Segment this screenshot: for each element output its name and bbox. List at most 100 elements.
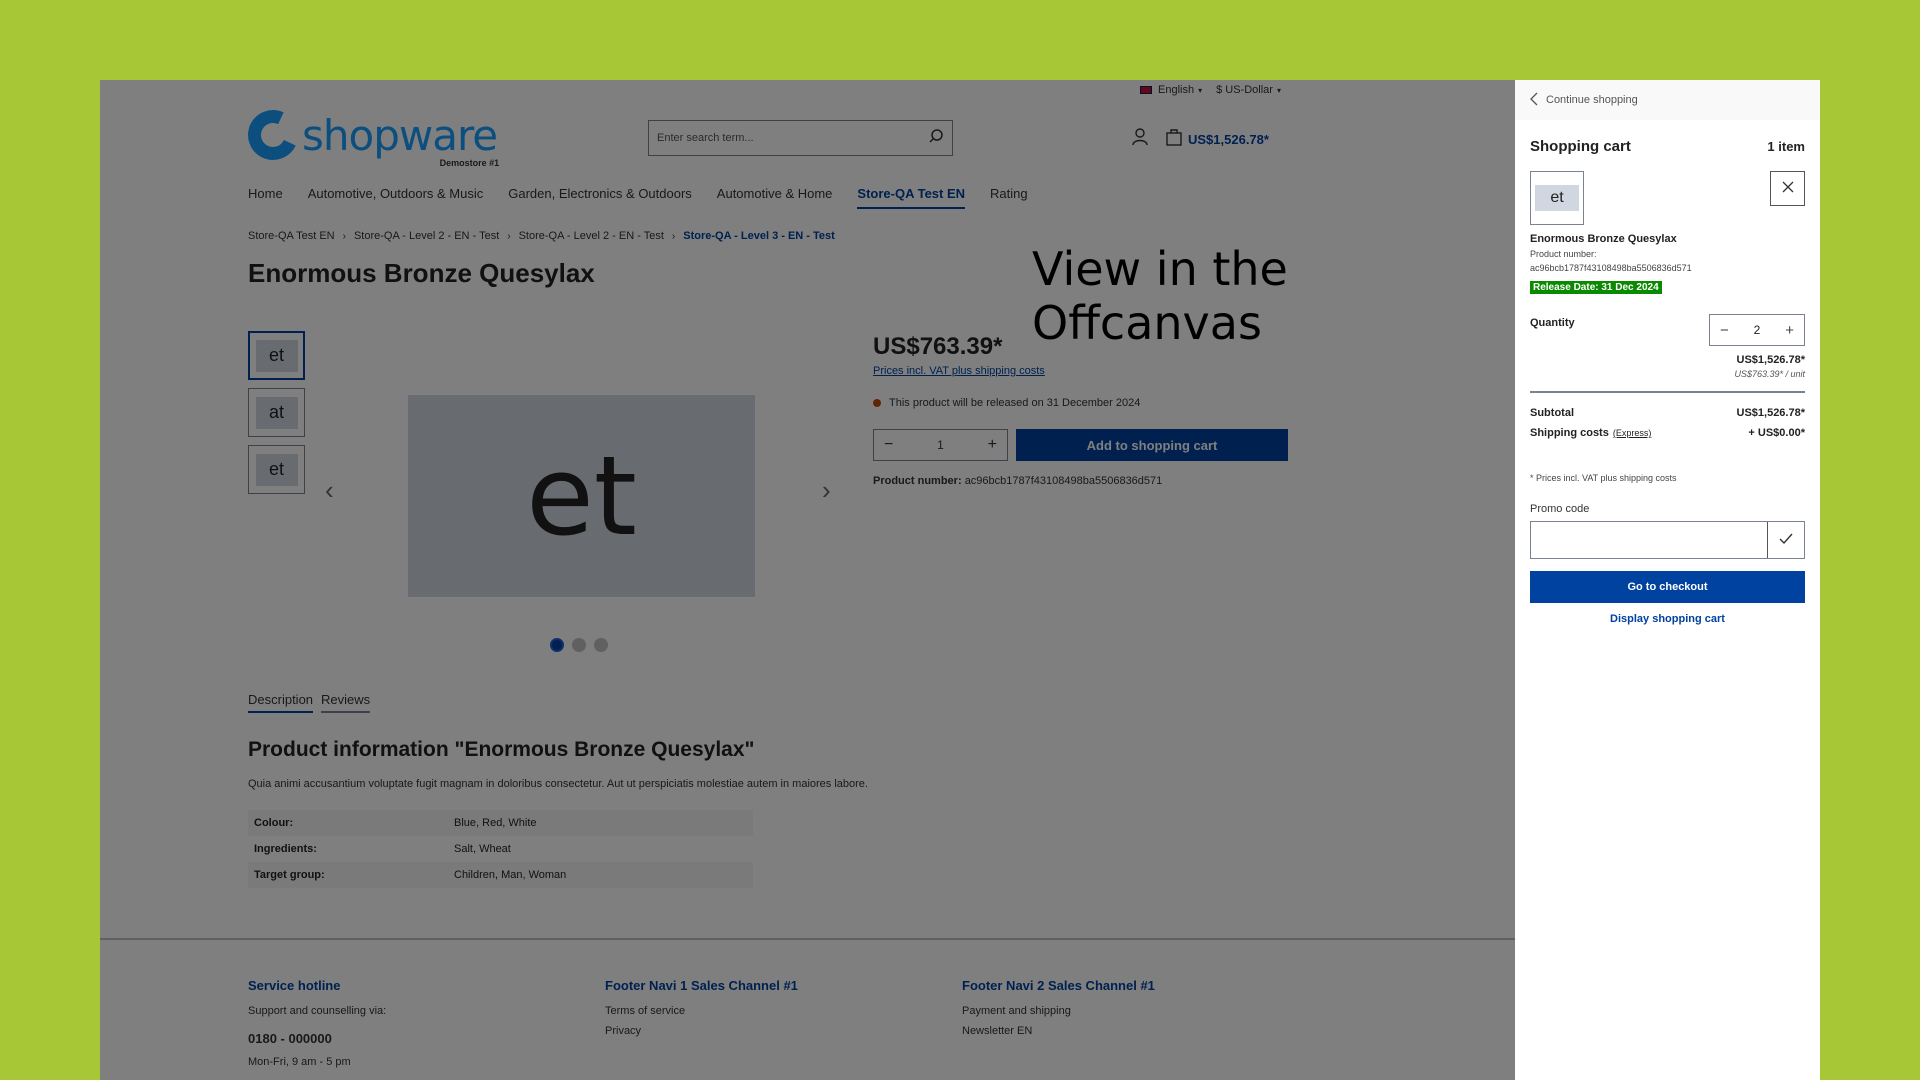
tab-description[interactable]: Description — [248, 692, 314, 713]
currency-selector[interactable]: $ US-Dollar ▾ — [1216, 84, 1281, 96]
product-number-value: ac96bcb1787f43108498ba5506836d571 — [1530, 262, 1692, 273]
quantity-label: Quantity — [1530, 317, 1575, 329]
language-selector[interactable]: English ▾ — [1140, 84, 1202, 96]
breadcrumb-item[interactable]: Store-QA - Level 2 - EN - Test — [354, 230, 499, 242]
cart-item-name[interactable]: Enormous Bronze Quesylax — [1530, 233, 1805, 245]
property-value: Salt, Wheat — [454, 843, 511, 855]
breadcrumb-item[interactable]: Store-QA Test EN — [248, 230, 335, 242]
plus-icon[interactable]: + — [988, 436, 997, 454]
nav-item-automotive-outdoors-music[interactable]: Automotive, Outdoors & Music — [308, 186, 484, 209]
plus-icon[interactable]: + — [1785, 322, 1794, 339]
remove-item-button[interactable] — [1770, 171, 1805, 206]
caret-down-icon: ▾ — [1198, 86, 1203, 95]
shipping-value: + US$0.00* — [1748, 427, 1805, 439]
minus-icon[interactable]: − — [1720, 322, 1729, 339]
shipping-method-link[interactable]: (Express) — [1613, 428, 1652, 438]
delivery-info: This product will be released on 31 Dece… — [873, 397, 1288, 409]
main-navigation: Home Automotive, Outdoors & Music Garden… — [248, 186, 1028, 209]
subtotal-label: Subtotal — [1530, 407, 1574, 419]
footer-link[interactable]: Payment and shipping — [962, 1005, 1319, 1017]
gallery-prev-icon[interactable]: ‹ — [325, 475, 334, 506]
thumbnail[interactable]: et — [248, 445, 305, 494]
minus-icon[interactable]: − — [884, 436, 893, 454]
gallery-thumbnails: et at et — [248, 331, 305, 494]
footer-column-navi2: Footer Navi 2 Sales Channel #1 Payment a… — [962, 978, 1319, 1076]
apply-promo-button[interactable] — [1767, 522, 1804, 558]
nav-item-home[interactable]: Home — [248, 186, 283, 209]
footer-divider — [100, 938, 1515, 940]
gallery-dot[interactable] — [550, 638, 564, 652]
quantity-value[interactable]: 1 — [937, 438, 944, 452]
display-cart-link[interactable]: Display shopping cart — [1530, 613, 1805, 625]
store-page: English ▾ $ US-Dollar ▾ shopware Demostore… — [100, 80, 1515, 1080]
property-value: Children, Man, Woman — [454, 869, 567, 881]
gallery-dots — [550, 638, 608, 652]
footer-link[interactable]: Privacy — [605, 1025, 962, 1037]
product-number: Product number: ac96bcb1787f43108498ba55… — [873, 475, 1288, 487]
quantity-value[interactable]: 2 — [1754, 323, 1761, 337]
uk-flag-icon — [1140, 86, 1152, 95]
cart-total: US$1,526.78* — [1188, 132, 1269, 147]
footer-heading: Footer Navi 2 Sales Channel #1 — [962, 978, 1155, 993]
close-icon — [1782, 181, 1794, 196]
breadcrumb-item[interactable]: Store-QA - Level 2 - EN - Test — [519, 230, 664, 242]
search-icon[interactable] — [928, 128, 944, 149]
account-icon[interactable] — [1132, 128, 1148, 151]
delivery-text: This product will be released on 31 Dece… — [889, 397, 1141, 409]
quantity-stepper: − 1 + — [873, 429, 1008, 461]
table-row: Ingredients: Salt, Wheat — [248, 836, 753, 862]
chevron-right-icon: › — [342, 230, 346, 242]
thumbnail[interactable]: at — [248, 388, 305, 437]
nav-item-automotive-home[interactable]: Automotive & Home — [717, 186, 833, 209]
cart-item-image[interactable]: et — [1530, 171, 1584, 225]
footer-link[interactable]: Terms of service — [605, 1005, 962, 1017]
shopware-logo[interactable]: shopware Demostore #1 — [240, 102, 499, 168]
property-label: Ingredients: — [254, 843, 317, 855]
table-row: Target group: Children, Man, Woman — [248, 862, 753, 888]
subtotal-value: US$1,526.78* — [1736, 407, 1806, 419]
nav-item-garden-electronics-outdoors[interactable]: Garden, Electronics & Outdoors — [508, 186, 692, 209]
breadcrumb: Store-QA Test EN › Store-QA - Level 2 - … — [248, 230, 835, 242]
thumbnail[interactable]: et — [248, 331, 305, 380]
nav-item-store-qa-test[interactable]: Store-QA Test EN — [857, 186, 966, 209]
annotation-label: View in the Offcanvas — [1032, 242, 1288, 350]
add-to-cart-button[interactable]: Add to shopping cart — [1016, 429, 1288, 461]
language-label: English — [1158, 84, 1195, 96]
thumbnail-image: at — [255, 396, 298, 429]
gallery-dot[interactable] — [572, 638, 586, 652]
gallery-next-icon[interactable]: › — [822, 475, 831, 506]
promo-code-input[interactable] — [1531, 522, 1767, 558]
cart-item-image-text: et — [1535, 185, 1579, 211]
continue-shopping-label: Continue shopping — [1546, 94, 1638, 106]
gallery-dot[interactable] — [594, 638, 608, 652]
product-number-label: Product number: — [873, 475, 962, 487]
hotline-phone[interactable]: 0180 - 000000 — [248, 1031, 605, 1046]
divider — [1530, 391, 1805, 393]
continue-shopping-button[interactable]: Continue shopping — [1515, 80, 1820, 120]
vat-link[interactable]: Prices incl. VAT plus shipping costs — [873, 365, 1288, 377]
promo-code-group — [1530, 521, 1805, 559]
search-box — [648, 120, 953, 156]
product-tabs: Description Reviews — [248, 692, 371, 713]
shipping-label: Shipping costs — [1530, 427, 1609, 439]
footer-column-navi1: Footer Navi 1 Sales Channel #1 Terms of … — [605, 978, 962, 1076]
cart-button[interactable]: US$1,526.78* — [1166, 128, 1269, 151]
quantity-stepper: − 2 + — [1709, 314, 1805, 346]
search-input[interactable] — [657, 132, 928, 144]
breadcrumb-current[interactable]: Store-QA - Level 3 - EN - Test — [683, 230, 835, 242]
tab-reviews[interactable]: Reviews — [321, 692, 371, 713]
footer-column-service: Service hotline Support and counselling … — [248, 978, 605, 1076]
offcanvas-cart: Continue shopping Shopping cart 1 item e… — [1515, 80, 1820, 1080]
status-dot-icon — [873, 399, 881, 407]
top-bar: English ▾ $ US-Dollar ▾ — [1140, 84, 1281, 96]
product-number-label: Product number: — [1530, 249, 1597, 259]
go-to-checkout-button[interactable]: Go to checkout — [1530, 571, 1805, 603]
footer-link[interactable]: Newsletter EN — [962, 1025, 1319, 1037]
logo-subtext: Demostore #1 — [439, 158, 500, 168]
nav-item-rating[interactable]: Rating — [990, 186, 1028, 209]
thumbnail-image: et — [255, 339, 298, 372]
caret-down-icon: ▾ — [1276, 86, 1281, 95]
chevron-right-icon: › — [671, 230, 676, 242]
buy-box: US$763.39* Prices incl. VAT plus shippin… — [873, 333, 1288, 487]
footer-text: Support and counselling via: — [248, 1005, 387, 1017]
